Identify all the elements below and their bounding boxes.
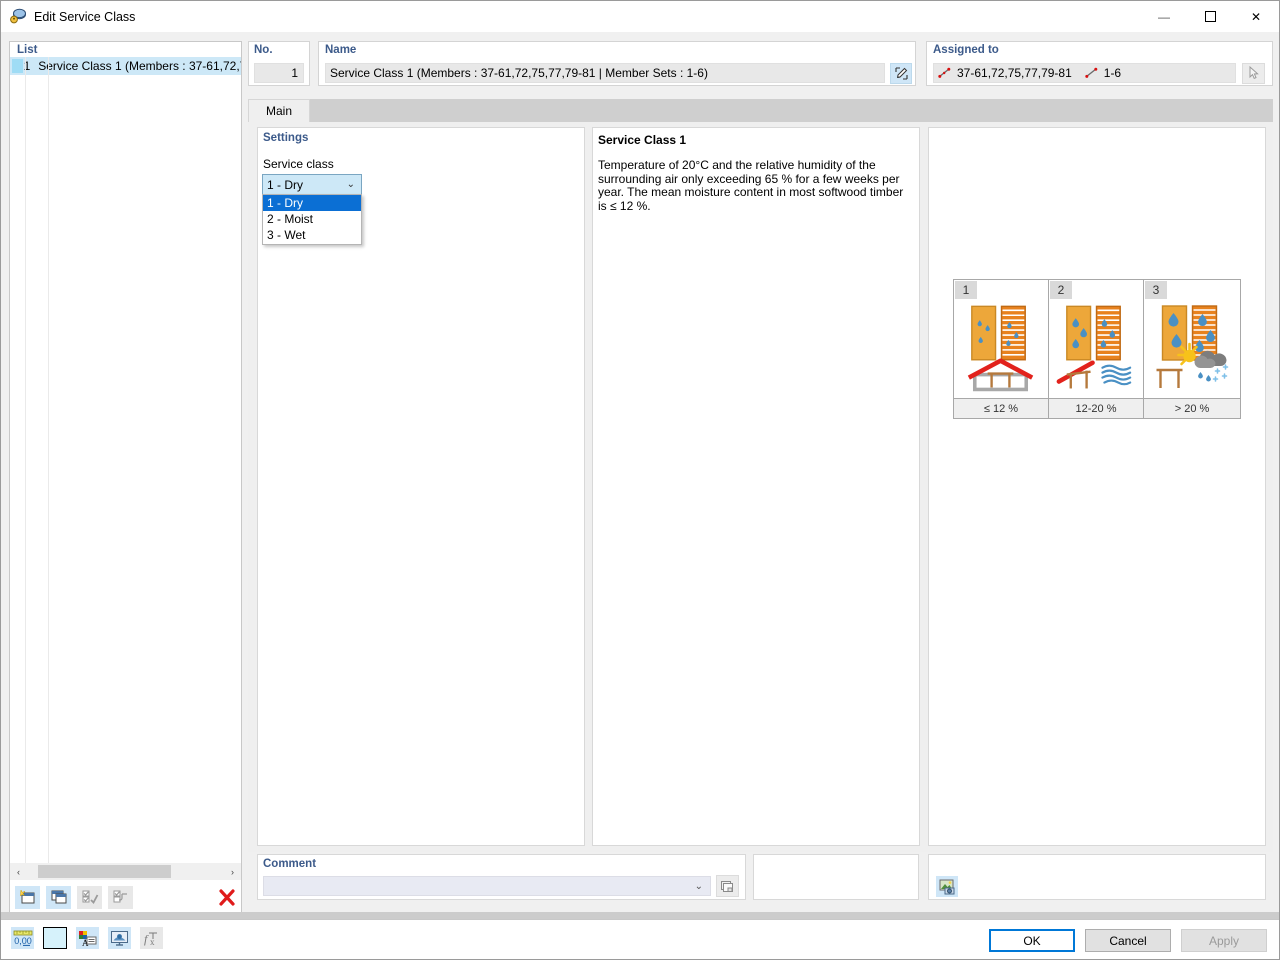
list-toolbar <box>10 882 241 912</box>
formula-button: f x <box>140 927 163 949</box>
text-style-button[interactable]: A <box>76 927 99 949</box>
chevron-down-icon[interactable]: ⌄ <box>695 881 703 892</box>
description-panel <box>592 127 920 846</box>
table-row[interactable]: 1 Service Class 1 (Members : 37-61,72,75… <box>10 57 241 75</box>
chevron-down-icon[interactable]: ⌄ <box>347 179 355 190</box>
service-class-label: Service class <box>263 157 334 171</box>
figure-footer-3: > 20 % <box>1144 398 1240 418</box>
pick-cursor-icon[interactable] <box>1242 63 1265 84</box>
assigned-to-title: Assigned to <box>933 44 999 56</box>
scroll-right-icon[interactable]: › <box>224 863 241 880</box>
member-line-icon <box>938 67 952 79</box>
color-swatch <box>12 59 23 73</box>
name-panel-title: Name <box>325 44 357 56</box>
dropdown-option-3[interactable]: 3 - Wet <box>263 227 361 243</box>
svg-text:f: f <box>144 932 149 946</box>
description-heading: Service Class 1 <box>598 133 687 147</box>
color-swatch <box>44 928 66 948</box>
copy-item-button[interactable] <box>46 885 71 909</box>
select-all-button <box>77 885 102 909</box>
copy-stack-icon[interactable] <box>716 875 739 897</box>
window-controls: — ✕ <box>1141 1 1279 32</box>
assigned-to-field[interactable]: 37-61,72,75,77,79-81 1-6 <box>933 63 1236 83</box>
list-grid-line <box>25 57 26 863</box>
list-item-label: Service Class 1 (Members : 37-61,72,75,7… <box>38 59 241 73</box>
figure-cell-2: 2 12-20 % <box>1049 280 1144 418</box>
figure-footer-2: 12-20 % <box>1049 398 1143 418</box>
ok-button[interactable]: OK <box>989 929 1075 952</box>
display-properties-button[interactable] <box>108 927 131 949</box>
figure-footer-1: ≤ 12 % <box>954 398 1048 418</box>
figure-cell-1: 1 ≤ 12 % <box>954 280 1049 418</box>
scrollbar-track[interactable] <box>27 863 224 880</box>
list-panel-title: List <box>17 44 38 56</box>
dropdown-option-2[interactable]: 2 - Moist <box>263 211 361 227</box>
tab-strip: Main <box>248 99 1273 122</box>
dropdown-option-1[interactable]: 1 - Dry <box>263 195 361 211</box>
close-button[interactable]: ✕ <box>1233 1 1279 32</box>
description-text: Temperature of 20°C and the relative hum… <box>598 158 904 213</box>
combobox-value: 1 - Dry <box>267 177 303 192</box>
open-roof-water-moist-icon <box>1056 305 1132 389</box>
apply-button: Apply <box>1181 929 1267 952</box>
minimize-button[interactable]: — <box>1141 1 1187 32</box>
settings-title: Settings <box>263 132 309 144</box>
footer-toolbar: 0,00 A f x <box>11 927 163 949</box>
picture-panel <box>928 854 1266 900</box>
service-class-dropdown-list[interactable]: 1 - Dry 2 - Moist 3 - Wet <box>262 194 362 245</box>
list-horizontal-scrollbar[interactable]: ‹ › <box>10 863 241 880</box>
service-class-combobox[interactable]: 1 - Dry ⌄ <box>262 174 362 195</box>
dialog-buttons: OK Cancel Apply <box>989 929 1267 952</box>
list-grid-line-2 <box>48 57 49 863</box>
illustration-panel <box>928 127 1266 846</box>
svg-text:0,00: 0,00 <box>14 936 32 946</box>
outdoor-weather-wet-icon <box>1156 305 1229 388</box>
assigned-member-sets: 1-6 <box>1103 66 1122 80</box>
scroll-left-icon[interactable]: ‹ <box>10 863 27 880</box>
house-covered-dry-icon <box>967 305 1034 392</box>
delete-item-button[interactable] <box>214 886 239 909</box>
color-swatch-button[interactable] <box>43 927 67 949</box>
window-title: Edit Service Class <box>34 9 136 24</box>
name-field[interactable]: Service Class 1 (Members : 37-61,72,75,7… <box>325 63 885 83</box>
member-set-line-icon <box>1085 67 1099 79</box>
blank-panel <box>753 854 919 900</box>
list-body[interactable]: 1 Service Class 1 (Members : 37-61,72,75… <box>10 57 241 863</box>
scrollbar-thumb[interactable] <box>38 865 171 878</box>
service-class-figure: 1 ≤ 12 % 2 12-20 % 3 > 20 % <box>953 279 1241 419</box>
maximize-button[interactable] <box>1187 1 1233 32</box>
service-class-icon <box>9 8 27 26</box>
image-picker-icon[interactable] <box>936 876 958 897</box>
comment-input[interactable]: ⌄ <box>263 876 711 896</box>
number-panel-title: No. <box>254 44 273 56</box>
new-item-button[interactable] <box>15 885 40 909</box>
figure-cell-3: 3 > 20 % <box>1144 280 1240 418</box>
assigned-members: 37-61,72,75,77,79-81 <box>957 66 1072 80</box>
edit-pencil-icon[interactable] <box>890 63 912 84</box>
cancel-button[interactable]: Cancel <box>1085 929 1171 952</box>
edit-service-class-window: Edit Service Class — ✕ List 1 Service Cl… <box>0 0 1280 960</box>
number-field[interactable]: 1 <box>254 63 304 83</box>
tab-main[interactable]: Main <box>248 99 310 122</box>
footer-separator <box>1 912 1279 919</box>
decimal-places-button[interactable]: 0,00 <box>11 927 34 949</box>
title-bar: Edit Service Class — ✕ <box>1 1 1279 32</box>
invert-selection-button <box>108 885 133 909</box>
comment-title: Comment <box>263 858 317 870</box>
